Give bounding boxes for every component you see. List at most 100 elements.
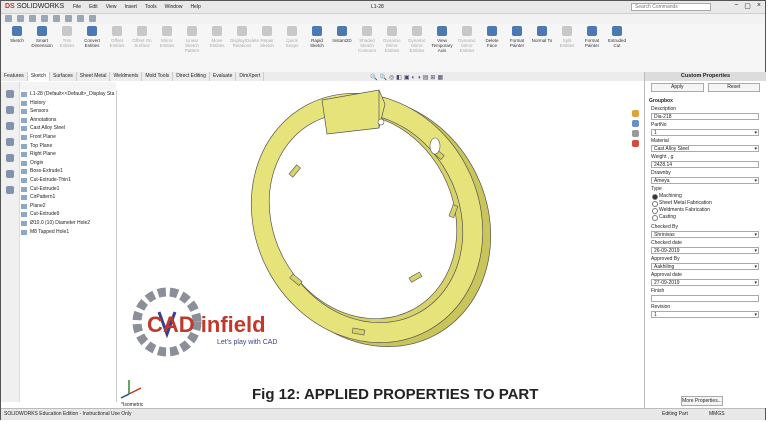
command-button[interactable]: Trim Entities xyxy=(55,26,79,48)
chevron-down-icon[interactable]: ▾ xyxy=(754,264,757,271)
units-selector[interactable]: MMGS xyxy=(709,409,725,420)
apply-button[interactable]: Apply xyxy=(651,83,704,92)
home-icon[interactable] xyxy=(632,110,639,117)
command-button[interactable]: Offset On Surface xyxy=(130,26,154,48)
command-button[interactable]: Quick Snaps xyxy=(280,26,304,48)
tree-item[interactable]: Cut-Extrude9 xyxy=(20,210,116,219)
tree-item[interactable]: Sensors xyxy=(20,107,116,116)
property-value[interactable]: Ameya ▾ xyxy=(651,177,759,184)
tree-item[interactable]: Origin xyxy=(20,159,116,168)
reset-button[interactable]: Reset xyxy=(707,83,760,92)
property-value[interactable]: Dia-218 xyxy=(651,113,759,120)
command-button[interactable]: View Temporary Axis xyxy=(430,26,454,53)
view-toolbar[interactable]: 🔍🔍◎◧▣◐◑▤⊞▦ xyxy=(370,74,445,81)
chevron-down-icon[interactable]: ▾ xyxy=(754,232,757,239)
command-button[interactable]: Display/Delete Relations xyxy=(230,26,259,48)
command-button[interactable]: Dynamic Mirror Entities xyxy=(380,26,404,53)
menu-item[interactable]: Tools xyxy=(145,4,157,10)
chevron-down-icon[interactable]: ▾ xyxy=(754,280,757,287)
command-button[interactable]: Dynamic Mirror Entities xyxy=(455,26,479,53)
command-button[interactable]: Move Entities xyxy=(205,26,229,48)
chevron-down-icon[interactable]: ▾ xyxy=(754,146,757,153)
command-button[interactable]: Smart Dimension xyxy=(30,26,54,48)
command-button[interactable]: Delete Face xyxy=(480,26,504,48)
property-value[interactable]: 1 ▾ xyxy=(651,311,759,318)
open-icon[interactable] xyxy=(17,15,24,22)
tree-item[interactable]: M8 Tapped Hole1 xyxy=(20,228,116,237)
chevron-down-icon[interactable]: ▾ xyxy=(754,130,757,137)
tab-mold-tools[interactable]: Mold Tools xyxy=(142,72,174,81)
rebuild-icon[interactable] xyxy=(77,15,84,22)
restore-icon[interactable]: ▢ xyxy=(744,2,751,10)
tab-features[interactable]: Features xyxy=(1,72,28,81)
new-icon[interactable] xyxy=(5,15,12,22)
property-value[interactable]: 2428.14 xyxy=(651,161,759,168)
analysis-icon[interactable] xyxy=(6,186,14,194)
tab-surfaces[interactable]: Surfaces xyxy=(50,72,77,81)
tab-dimxpert[interactable]: DimXpert xyxy=(236,72,265,81)
more-properties-button[interactable]: More Properties... xyxy=(681,396,723,406)
tab-weldments[interactable]: Weldments xyxy=(110,72,143,81)
tree-item[interactable]: Front Plane xyxy=(20,133,116,142)
chevron-down-icon[interactable]: ▾ xyxy=(754,178,757,185)
type-radio[interactable]: Weldments Fabrication xyxy=(651,207,759,214)
close-icon[interactable]: × xyxy=(757,2,761,10)
menu-item[interactable]: File xyxy=(73,4,81,10)
menu-item[interactable]: Window xyxy=(165,4,183,10)
type-radio[interactable]: Machining xyxy=(651,193,759,200)
tab-sheet-metal[interactable]: Sheet Metal xyxy=(77,72,111,81)
command-button[interactable]: Offset Entities xyxy=(105,26,129,48)
graphics-area[interactable]: CAD infield Let's play with CAD xyxy=(117,82,643,408)
command-button[interactable]: Shaded Sketch Contours xyxy=(355,26,379,53)
command-button[interactable]: Linear Sketch Pattern xyxy=(180,26,204,53)
minimize-icon[interactable]: − xyxy=(734,2,738,10)
cam-icon[interactable] xyxy=(6,170,14,178)
tree-item[interactable]: Cut-Extrude-Thin1 xyxy=(20,176,116,185)
command-button[interactable]: Instant2D xyxy=(330,26,354,43)
library-icon[interactable] xyxy=(632,120,639,127)
command-button[interactable]: Dynamic Mirror Entities xyxy=(405,26,429,53)
appearance-icon[interactable] xyxy=(632,140,639,147)
menu-item[interactable]: Edit xyxy=(89,4,98,10)
search-input[interactable]: Search Commands xyxy=(631,3,711,11)
menu-item[interactable]: Insert xyxy=(124,4,137,10)
display-manager-icon[interactable] xyxy=(6,154,14,162)
tab-evaluate[interactable]: Evaluate xyxy=(210,72,237,81)
command-button[interactable]: Extruded Cut xyxy=(605,26,629,48)
command-button[interactable]: Split Entities xyxy=(555,26,579,48)
tree-item[interactable]: Cast Alloy Steel xyxy=(20,124,116,133)
property-manager-icon[interactable] xyxy=(6,106,14,114)
tree-item[interactable]: Plane2 xyxy=(20,202,116,211)
property-value[interactable]: 27-09-2019 ▾ xyxy=(651,279,759,286)
config-manager-icon[interactable] xyxy=(6,122,14,130)
command-button[interactable]: Repair Sketch xyxy=(255,26,279,48)
tree-item[interactable]: Cut-Extrude1 xyxy=(20,185,116,194)
command-button[interactable]: Format Painter xyxy=(580,26,604,48)
property-value[interactable]: 1 ▾ xyxy=(651,129,759,136)
tree-item[interactable]: Annotations xyxy=(20,116,116,125)
tree-item[interactable]: Boss-Extrude1 xyxy=(20,167,116,176)
feature-manager-icon[interactable] xyxy=(6,90,14,98)
tab-direct-editing[interactable]: Direct Editing xyxy=(173,72,210,81)
command-button[interactable]: Format Painter xyxy=(505,26,529,48)
tree-item[interactable]: History xyxy=(20,99,116,108)
command-button[interactable]: Normal To xyxy=(530,26,554,43)
property-value[interactable]: 26-09-2019 ▾ xyxy=(651,247,759,254)
select-icon[interactable] xyxy=(65,15,72,22)
dimxpert-icon[interactable] xyxy=(6,138,14,146)
undo-icon[interactable] xyxy=(53,15,60,22)
type-radio[interactable]: Casting xyxy=(651,214,759,221)
menu-item[interactable]: Help xyxy=(190,4,200,10)
property-value[interactable] xyxy=(651,295,759,302)
options-icon[interactable] xyxy=(89,15,96,22)
property-value[interactable]: Aakhiling ▾ xyxy=(651,263,759,270)
tree-item[interactable]: L1-28 (Default<<Default>_Display Sta xyxy=(20,90,116,99)
tree-item[interactable]: Ø10.0 (10) Diameter Hole2 xyxy=(20,219,116,228)
print-icon[interactable] xyxy=(41,15,48,22)
command-button[interactable]: Convert Entities xyxy=(80,26,104,48)
tree-item[interactable]: CirPattern1 xyxy=(20,193,116,202)
type-radio[interactable]: Sheet Metal Fabrication xyxy=(651,200,759,207)
save-icon[interactable] xyxy=(29,15,36,22)
menu-item[interactable]: View xyxy=(106,4,117,10)
property-value[interactable]: Cast Alloy Steel ▾ xyxy=(651,145,759,152)
